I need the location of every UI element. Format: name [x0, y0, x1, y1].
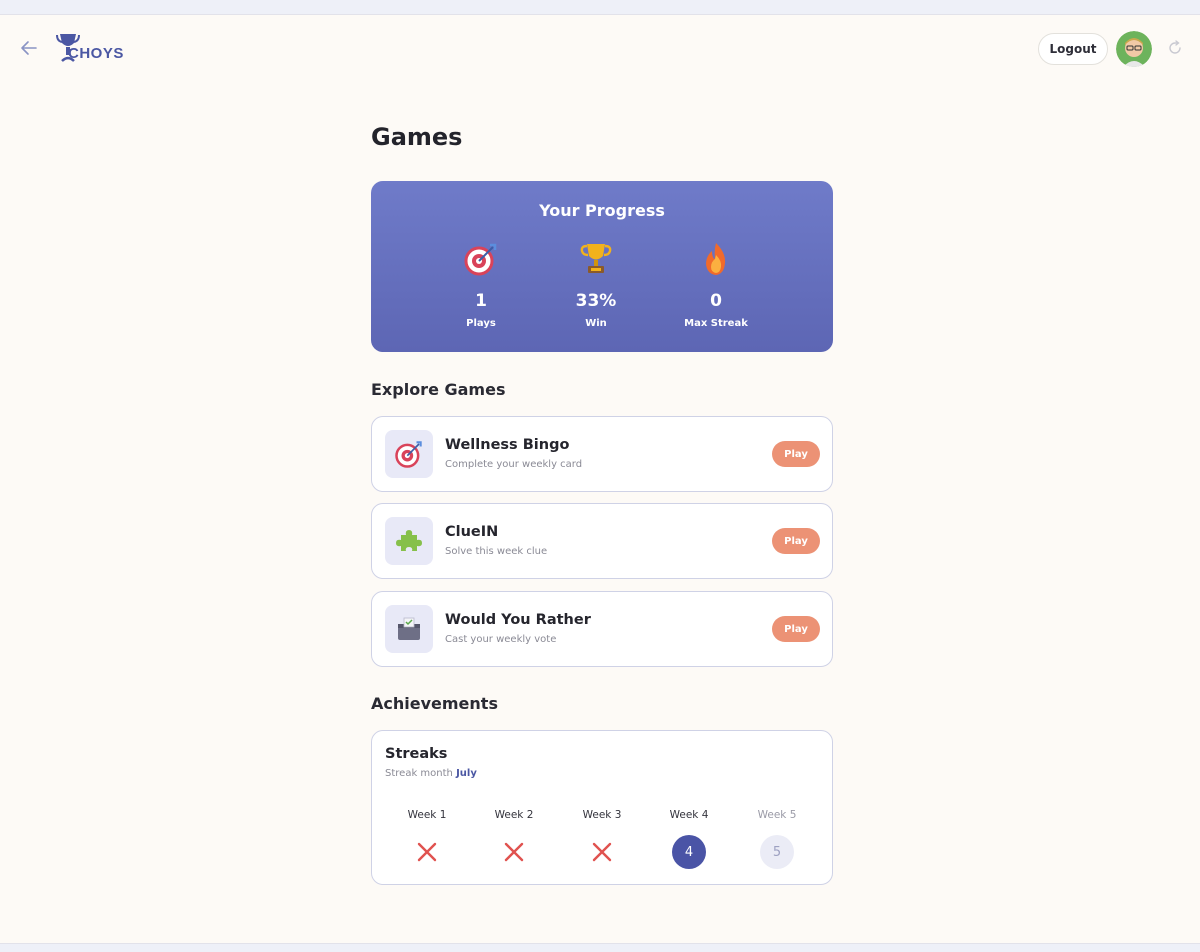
week-label: Week 4 [669, 809, 709, 821]
arrow-left-icon[interactable] [18, 37, 40, 59]
week-4: Week 4 4 [649, 809, 729, 869]
week-current-badge: 4 [672, 835, 706, 869]
game-icon-box [385, 605, 433, 653]
missed-x-icon [585, 835, 619, 869]
week-2: Week 2 [474, 809, 554, 869]
dart-target-icon [395, 441, 422, 468]
streak-month-prefix: Streak month [385, 768, 453, 779]
play-button[interactable]: Play [772, 616, 820, 642]
game-icon-box [385, 517, 433, 565]
week-label: Week 3 [582, 809, 622, 821]
app-window: CHOYS Logout Games Your Progress 1 Plays… [0, 14, 1200, 944]
page-title: Games [371, 123, 463, 151]
game-description: Complete your weekly card [445, 459, 583, 470]
stat-plays-value: 1 [475, 291, 487, 311]
missed-x-icon [497, 835, 531, 869]
dart-target-icon [464, 243, 497, 276]
game-name: Would You Rather [445, 612, 591, 628]
ballot-box-icon [398, 617, 420, 640]
stat-max-streak-label: Max Streak [684, 318, 748, 329]
progress-card: Your Progress 1 Plays 33% Win 0 Max Stre… [371, 181, 833, 352]
stat-win-value: 33% [575, 291, 617, 311]
game-name: ClueIN [445, 524, 499, 540]
achievements-heading: Achievements [371, 694, 498, 713]
game-name: Wellness Bingo [445, 437, 570, 453]
fire-icon [706, 243, 726, 275]
streaks-card: Streaks Streak month July Week 1 Week 2 … [371, 730, 833, 885]
game-icon-box [385, 430, 433, 478]
week-label: Week 5 [757, 809, 797, 821]
trophy-icon [580, 244, 612, 273]
week-5: Week 5 5 [737, 809, 817, 869]
logout-button[interactable]: Logout [1038, 33, 1108, 65]
week-label: Week 2 [494, 809, 534, 821]
week-1: Week 1 [387, 809, 467, 869]
week-label: Week 1 [407, 809, 447, 821]
logo-text: CHOYS [68, 45, 124, 62]
stat-win-label: Win [585, 318, 607, 329]
game-card-cluein[interactable]: ClueIN Solve this week clue Play [371, 503, 833, 579]
stat-plays-label: Plays [466, 318, 496, 329]
streaks-title: Streaks [385, 746, 448, 762]
play-button[interactable]: Play [772, 441, 820, 467]
game-card-would-you-rather[interactable]: Would You Rather Cast your weekly vote P… [371, 591, 833, 667]
play-button[interactable]: Play [772, 528, 820, 554]
stat-win: 33% Win [551, 241, 641, 329]
puzzle-piece-icon [396, 530, 422, 551]
missed-x-icon [410, 835, 444, 869]
refresh-icon[interactable] [1166, 39, 1184, 57]
streak-month: July [456, 768, 477, 779]
avatar-image [1116, 31, 1152, 67]
top-bar: CHOYS Logout [0, 15, 1200, 85]
stat-max-streak: 0 Max Streak [671, 241, 761, 329]
logo[interactable]: CHOYS [56, 31, 130, 67]
avatar[interactable] [1116, 31, 1152, 67]
week-3: Week 3 [562, 809, 642, 869]
game-description: Cast your weekly vote [445, 634, 557, 645]
game-description: Solve this week clue [445, 546, 548, 557]
stat-plays: 1 Plays [436, 241, 526, 329]
progress-title: Your Progress [539, 201, 665, 220]
explore-games-heading: Explore Games [371, 380, 506, 399]
week-future-badge: 5 [760, 835, 794, 869]
streaks-subtitle: Streak month July [385, 768, 477, 779]
stat-max-streak-value: 0 [710, 291, 722, 311]
game-card-wellness-bingo[interactable]: Wellness Bingo Complete your weekly card… [371, 416, 833, 492]
